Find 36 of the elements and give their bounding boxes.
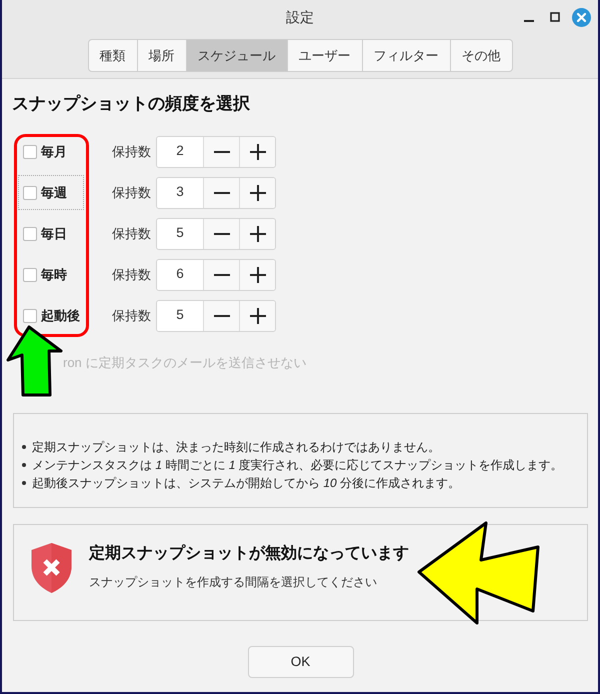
checkbox[interactable] xyxy=(23,144,37,158)
alert-title: 定期スナップショットが無効になっています xyxy=(89,543,409,564)
checkbox[interactable] xyxy=(23,186,37,200)
frequency-checkbox-option[interactable]: 毎日 xyxy=(18,216,84,252)
checkbox[interactable] xyxy=(23,226,37,240)
tab[interactable]: その他 xyxy=(450,39,512,72)
retain-count-label: 保持数 xyxy=(112,142,152,161)
tab[interactable]: 場所 xyxy=(136,39,186,72)
bullet-icon xyxy=(22,463,26,467)
frequency-checkbox-option[interactable]: 起動後 xyxy=(18,298,85,334)
alert-message: スナップショットを作成する間隔を選択してください xyxy=(89,574,378,590)
note-text: 起動後スナップショットは、システムが開始してから 10 分後に作成されます。 xyxy=(32,475,460,492)
retain-count-label: 保持数 xyxy=(112,266,152,284)
tab[interactable]: フィルター xyxy=(362,39,450,72)
checkbox[interactable] xyxy=(23,268,37,282)
note-text: 定期スナップショットは、決まった時刻に作成されるわけではありません。 xyxy=(32,439,440,456)
frequency-checkbox-option[interactable]: 毎月 xyxy=(18,134,84,170)
retain-count-label: 保持数 xyxy=(112,224,152,243)
tab[interactable]: 種類 xyxy=(88,39,138,72)
retain-count-label: 保持数 xyxy=(112,184,152,202)
frequency-checkbox-option[interactable]: 毎時 xyxy=(18,256,84,292)
close-icon xyxy=(572,8,590,26)
tab[interactable]: スケジュール xyxy=(186,39,288,72)
note-text: メンテナンスタスクは 1 時間ごとに 1 度実行され、必要に応じてスナップショットを作成します。 xyxy=(32,457,563,474)
window-title: 設定 xyxy=(286,8,314,26)
minimize-icon xyxy=(524,20,534,22)
ok-button[interactable]: OK xyxy=(248,646,354,678)
checkbox[interactable] xyxy=(23,308,37,322)
bullet-icon xyxy=(22,445,26,449)
option-label: ron に定期タスクのメールを送信させない xyxy=(63,355,306,370)
section-heading: スナップショットの頻度を選択 xyxy=(12,93,251,115)
retain-count-label: 保持数 xyxy=(112,306,152,325)
frequency-checkbox-option[interactable]: 毎週 xyxy=(18,174,84,210)
tab[interactable]: ユーザー xyxy=(286,39,362,72)
bullet-icon xyxy=(22,481,26,485)
maximize-icon xyxy=(550,12,560,22)
